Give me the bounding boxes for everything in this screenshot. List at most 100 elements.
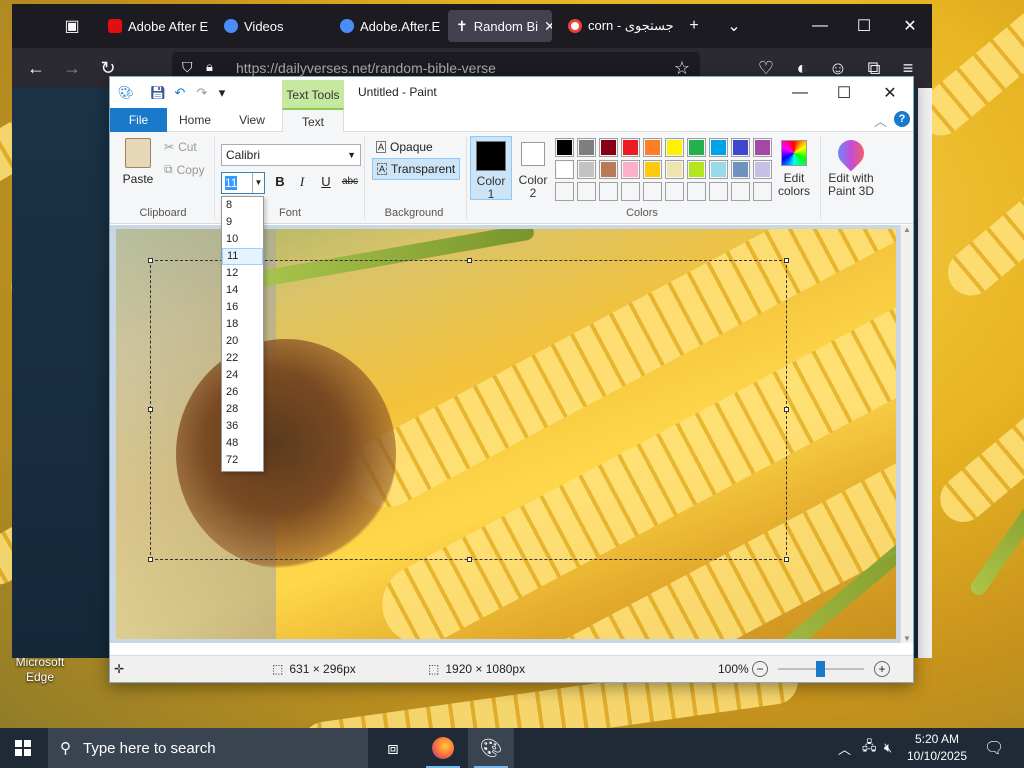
palette-swatch[interactable] [643,138,662,157]
clock[interactable]: 5:20 AM 10/10/2025 [904,731,970,765]
resize-handle[interactable] [148,557,153,562]
save-icon[interactable]: 💾︎ [150,85,167,101]
palette-swatch[interactable] [555,160,574,179]
tab-list-icon[interactable]: ▣ [58,12,86,40]
close-icon[interactable]: ✕ [868,81,912,105]
palette-swatch[interactable] [687,138,706,157]
chevron-down-icon[interactable]: ▼ [252,173,264,193]
zoom-in-icon[interactable]: + [874,661,890,677]
maximize-icon[interactable]: ☐ [850,12,878,40]
tab-home[interactable]: Home [170,108,220,132]
strikethrough-button[interactable]: abc [338,172,362,192]
new-tab-icon[interactable]: + [680,12,708,40]
font-size-option[interactable]: 22 [222,350,263,367]
color2-button[interactable]: Color 2 [514,140,552,200]
font-size-option[interactable]: 20 [222,333,263,350]
paste-button[interactable]: Paste [120,138,156,186]
font-size-option[interactable]: 16 [222,299,263,316]
lock-icon[interactable]: 🔒︎ [206,59,213,75]
palette-swatch[interactable] [709,138,728,157]
palette-swatch[interactable] [731,160,750,179]
palette-empty-swatch[interactable] [753,182,772,201]
undo-icon[interactable]: ↶ [172,85,188,101]
palette-swatch[interactable] [621,160,640,179]
font-size-select[interactable]: 11 ▼ [221,172,265,194]
resize-handle[interactable] [467,258,472,263]
palette-empty-swatch[interactable] [709,182,728,201]
windows-start-icon[interactable] [0,728,46,768]
firefox-icon[interactable] [420,728,466,768]
url-text[interactable]: https://dailyverses.net/random-bible-ver… [236,60,496,76]
paint-taskbar-icon[interactable]: 🎨︎ [468,728,514,768]
scroll-up-icon[interactable]: ▲ [903,225,911,234]
font-size-option[interactable]: 28 [222,401,263,418]
color1-button[interactable]: Color 1 [470,136,512,201]
zoom-out-icon[interactable]: − [752,661,768,677]
palette-empty-swatch[interactable] [643,182,662,201]
notification-icon[interactable]: 🗨︎ [984,728,1004,768]
tab-file[interactable]: File [110,108,167,132]
resize-handle[interactable] [148,407,153,412]
paint-app-icon[interactable]: 🎨︎ [118,85,135,101]
redo-icon[interactable]: ↷ [194,85,210,101]
opaque-button[interactable]: A Opaque [372,136,437,158]
network-icon[interactable]: 🖧︎ [862,728,877,768]
font-size-option[interactable]: 72 [222,452,263,469]
browser-tab[interactable]: corn - جستجوی [560,10,680,42]
taskbar-search[interactable]: ⚲ Type here to search [48,728,368,768]
browser-tab[interactable]: Videos [216,10,324,42]
customize-qat-icon[interactable]: ▾ [214,85,230,101]
font-size-option[interactable]: 12 [222,265,263,282]
show-hidden-icons[interactable]: ︿ [838,728,851,768]
palette-empty-swatch[interactable] [621,182,640,201]
forward-icon[interactable]: → [58,54,86,82]
back-icon[interactable]: ← [22,54,50,82]
shield-icon[interactable]: ⛉ [182,59,193,76]
task-view-icon[interactable]: ⧈ [370,728,416,768]
palette-swatch[interactable] [709,160,728,179]
palette-empty-swatch[interactable] [687,182,706,201]
palette-empty-swatch[interactable] [599,182,618,201]
collapse-ribbon-icon[interactable]: ︿ [874,111,887,130]
minimize-icon[interactable]: — [806,12,834,40]
font-size-option[interactable]: 36 [222,418,263,435]
transparent-button[interactable]: A Transparent [372,158,461,180]
resize-handle[interactable] [467,557,472,562]
palette-swatch[interactable] [599,138,618,157]
browser-tab[interactable]: Adobe After E [100,10,208,42]
page-scrollbar[interactable] [918,88,932,658]
close-tab-icon[interactable]: ✕ [544,18,552,35]
palette-swatch[interactable] [555,138,574,157]
font-size-option[interactable]: 48 [222,435,263,452]
chevron-down-icon[interactable]: ⌄ [720,12,748,40]
palette-swatch[interactable] [643,160,662,179]
maximize-icon[interactable]: ☐ [822,81,866,105]
zoom-slider-thumb[interactable] [816,661,825,677]
resize-handle[interactable] [784,258,789,263]
close-icon[interactable]: ✕ [896,12,924,40]
palette-swatch[interactable] [753,138,772,157]
palette-empty-swatch[interactable] [577,182,596,201]
palette-empty-swatch[interactable] [731,182,750,201]
edit-with-paint3d-button[interactable]: Edit with Paint 3D [824,134,878,198]
tab-view[interactable]: View [226,108,278,132]
help-icon[interactable]: ? [894,111,910,127]
font-size-option[interactable]: 10 [222,231,263,248]
palette-swatch[interactable] [577,138,596,157]
font-family-select[interactable]: Calibri ▼ [221,144,361,166]
resize-handle[interactable] [784,557,789,562]
font-size-option[interactable]: 24 [222,367,263,384]
palette-swatch[interactable] [687,160,706,179]
font-size-option[interactable]: 8 [222,197,263,214]
browser-tab-active[interactable]: ✝ Random Bi ✕ [448,10,552,42]
font-size-option[interactable]: 14 [222,282,263,299]
browser-tab[interactable]: Adobe.After.E [332,10,440,42]
palette-empty-swatch[interactable] [665,182,684,201]
resize-handle[interactable] [784,407,789,412]
font-size-option[interactable]: 9 [222,214,263,231]
cut-button[interactable]: ✂ Cut [164,140,197,154]
desktop-icon-edge[interactable]: Microsoft Edge [12,655,68,685]
palette-swatch[interactable] [731,138,750,157]
edit-colors-button[interactable]: Edit colors [772,140,816,198]
palette-swatch[interactable] [753,160,772,179]
